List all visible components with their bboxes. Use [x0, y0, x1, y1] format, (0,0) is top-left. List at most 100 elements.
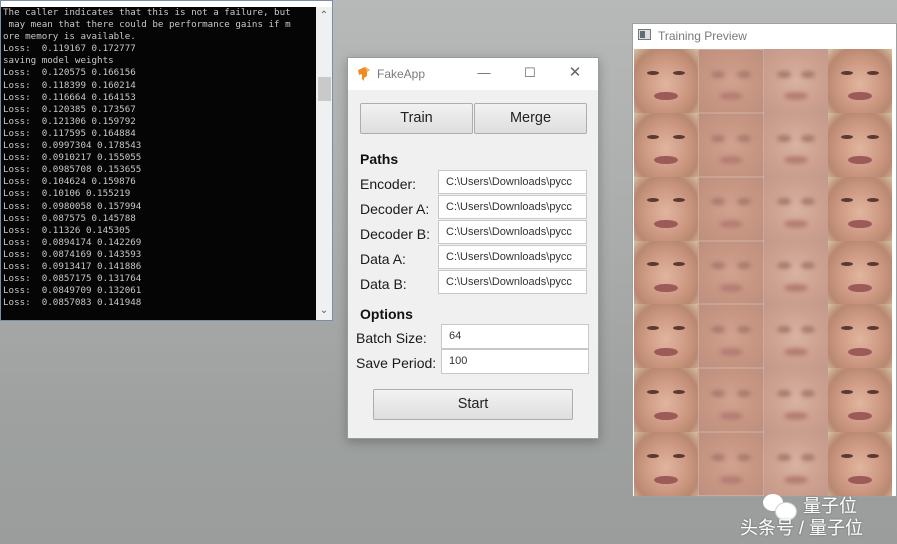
encoder-path-input[interactable]: C:\Users\Downloads\pycc	[438, 170, 587, 194]
scrollbar-thumb[interactable]	[318, 77, 331, 101]
train-tab-button[interactable]: Train	[360, 103, 473, 134]
face-eye	[711, 389, 726, 397]
console-line: The caller indicates that this is not a …	[3, 7, 291, 18]
face-eye	[776, 134, 791, 142]
console-line: Loss: 0.104624 0.159876	[3, 176, 136, 188]
face-eye	[673, 453, 686, 458]
console-line: Loss: 0.117595 0.164884	[3, 127, 136, 139]
face-eye	[646, 198, 659, 203]
window-icon	[638, 29, 651, 40]
face-eye	[736, 326, 751, 334]
training-preview-window: Training Preview	[632, 23, 897, 497]
face-eye	[673, 262, 686, 267]
face-eye	[711, 453, 726, 461]
chevron-up-icon[interactable]: ⌃	[316, 9, 332, 23]
preview-original-face	[634, 49, 698, 113]
preview-reconstructed-face	[764, 240, 828, 305]
decoder-b-label: Decoder B:	[360, 226, 431, 242]
face-eye	[840, 326, 853, 331]
console-line: Loss: 0.0857083 0.141948	[3, 297, 142, 309]
face-mouth	[848, 92, 872, 101]
face-eye	[776, 326, 791, 334]
face-mouth	[719, 475, 743, 484]
face-eye	[646, 70, 659, 75]
preview-reconstructed-face	[698, 112, 764, 177]
preview-reconstructed-face	[764, 304, 828, 369]
face-eye	[646, 134, 659, 139]
face-mouth	[719, 411, 743, 420]
face-eye	[867, 134, 880, 139]
console-scrollbar[interactable]: ⌃ ⌄	[316, 7, 332, 320]
face-mouth	[784, 283, 808, 292]
console-line: Loss: 0.120575 0.166156	[3, 67, 136, 79]
face-eye	[736, 453, 751, 461]
decoder-b-path-input[interactable]: C:\Users\Downloads\pycc	[438, 220, 587, 244]
merge-tab-button[interactable]: Merge	[474, 103, 587, 134]
start-button[interactable]: Start	[373, 389, 573, 420]
face-mouth	[784, 411, 808, 420]
face-mouth	[848, 475, 872, 484]
close-button[interactable]: ✕	[563, 62, 587, 84]
preview-original-face	[828, 240, 892, 305]
face-eye	[736, 134, 751, 142]
face-eye	[673, 198, 686, 203]
preview-original-face	[634, 304, 698, 369]
preview-reconstructed-face	[698, 176, 764, 241]
face-eye	[776, 262, 791, 270]
face-eye	[776, 453, 791, 461]
face-eye	[736, 70, 751, 78]
face-eye	[801, 326, 816, 334]
face-eye	[711, 326, 726, 334]
decoder-a-label: Decoder A:	[360, 201, 430, 217]
preview-title-bar[interactable]: Training Preview	[633, 24, 896, 48]
face-mouth	[784, 156, 808, 165]
batch-size-input[interactable]: 64	[441, 324, 589, 349]
face-eye	[840, 453, 853, 458]
face-eye	[867, 453, 880, 458]
save-period-input[interactable]: 100	[441, 349, 589, 374]
encoder-label: Encoder:	[360, 176, 417, 192]
preview-reconstructed-face	[764, 176, 828, 241]
face-eye	[711, 262, 726, 270]
console-line: Loss: 0.087575 0.145788	[3, 212, 136, 224]
title-bar[interactable]: FakeApp — ☐ ✕	[348, 58, 598, 90]
face-eye	[840, 262, 853, 267]
console-line: saving model weights	[3, 55, 114, 67]
preview-original-face	[828, 368, 892, 433]
face-eye	[801, 262, 816, 270]
preview-window-title: Training Preview	[658, 29, 747, 43]
preview-reconstructed-face	[698, 49, 764, 113]
face-mouth	[654, 220, 678, 229]
decoder-a-path-input[interactable]: C:\Users\Downloads\pycc	[438, 195, 587, 219]
face-mouth	[784, 347, 808, 356]
minimize-button[interactable]: —	[472, 62, 496, 84]
preview-original-face	[828, 112, 892, 177]
console-line: Loss: 0.11326 0.145305	[3, 224, 131, 236]
preview-reconstructed-face	[698, 240, 764, 305]
options-heading: Options	[360, 306, 413, 322]
face-eye	[736, 198, 751, 206]
face-eye	[867, 70, 880, 75]
face-mouth	[848, 347, 872, 356]
chevron-down-icon[interactable]: ⌄	[316, 304, 332, 318]
console-line: Loss: 0.120385 0.173567	[3, 103, 136, 115]
face-mouth	[654, 411, 678, 420]
batch-size-label: Batch Size:	[356, 330, 427, 346]
face-eye	[646, 262, 659, 267]
data-a-path-input[interactable]: C:\Users\Downloads\pycc	[438, 245, 587, 269]
face-eye	[776, 389, 791, 397]
face-mouth	[654, 475, 678, 484]
paths-heading: Paths	[360, 151, 399, 167]
face-eye	[801, 453, 816, 461]
face-eye	[867, 389, 880, 394]
face-eye	[646, 326, 659, 331]
data-b-path-input[interactable]: C:\Users\Downloads\pycc	[438, 270, 587, 294]
console-line: Loss: 0.118399 0.160214	[3, 79, 136, 91]
maximize-button[interactable]: ☐	[518, 62, 542, 84]
preview-original-face	[634, 176, 698, 241]
face-mouth	[848, 411, 872, 420]
face-mouth	[848, 220, 872, 229]
data-b-label: Data B:	[360, 276, 407, 292]
face-mouth	[654, 347, 678, 356]
face-eye	[840, 70, 853, 75]
